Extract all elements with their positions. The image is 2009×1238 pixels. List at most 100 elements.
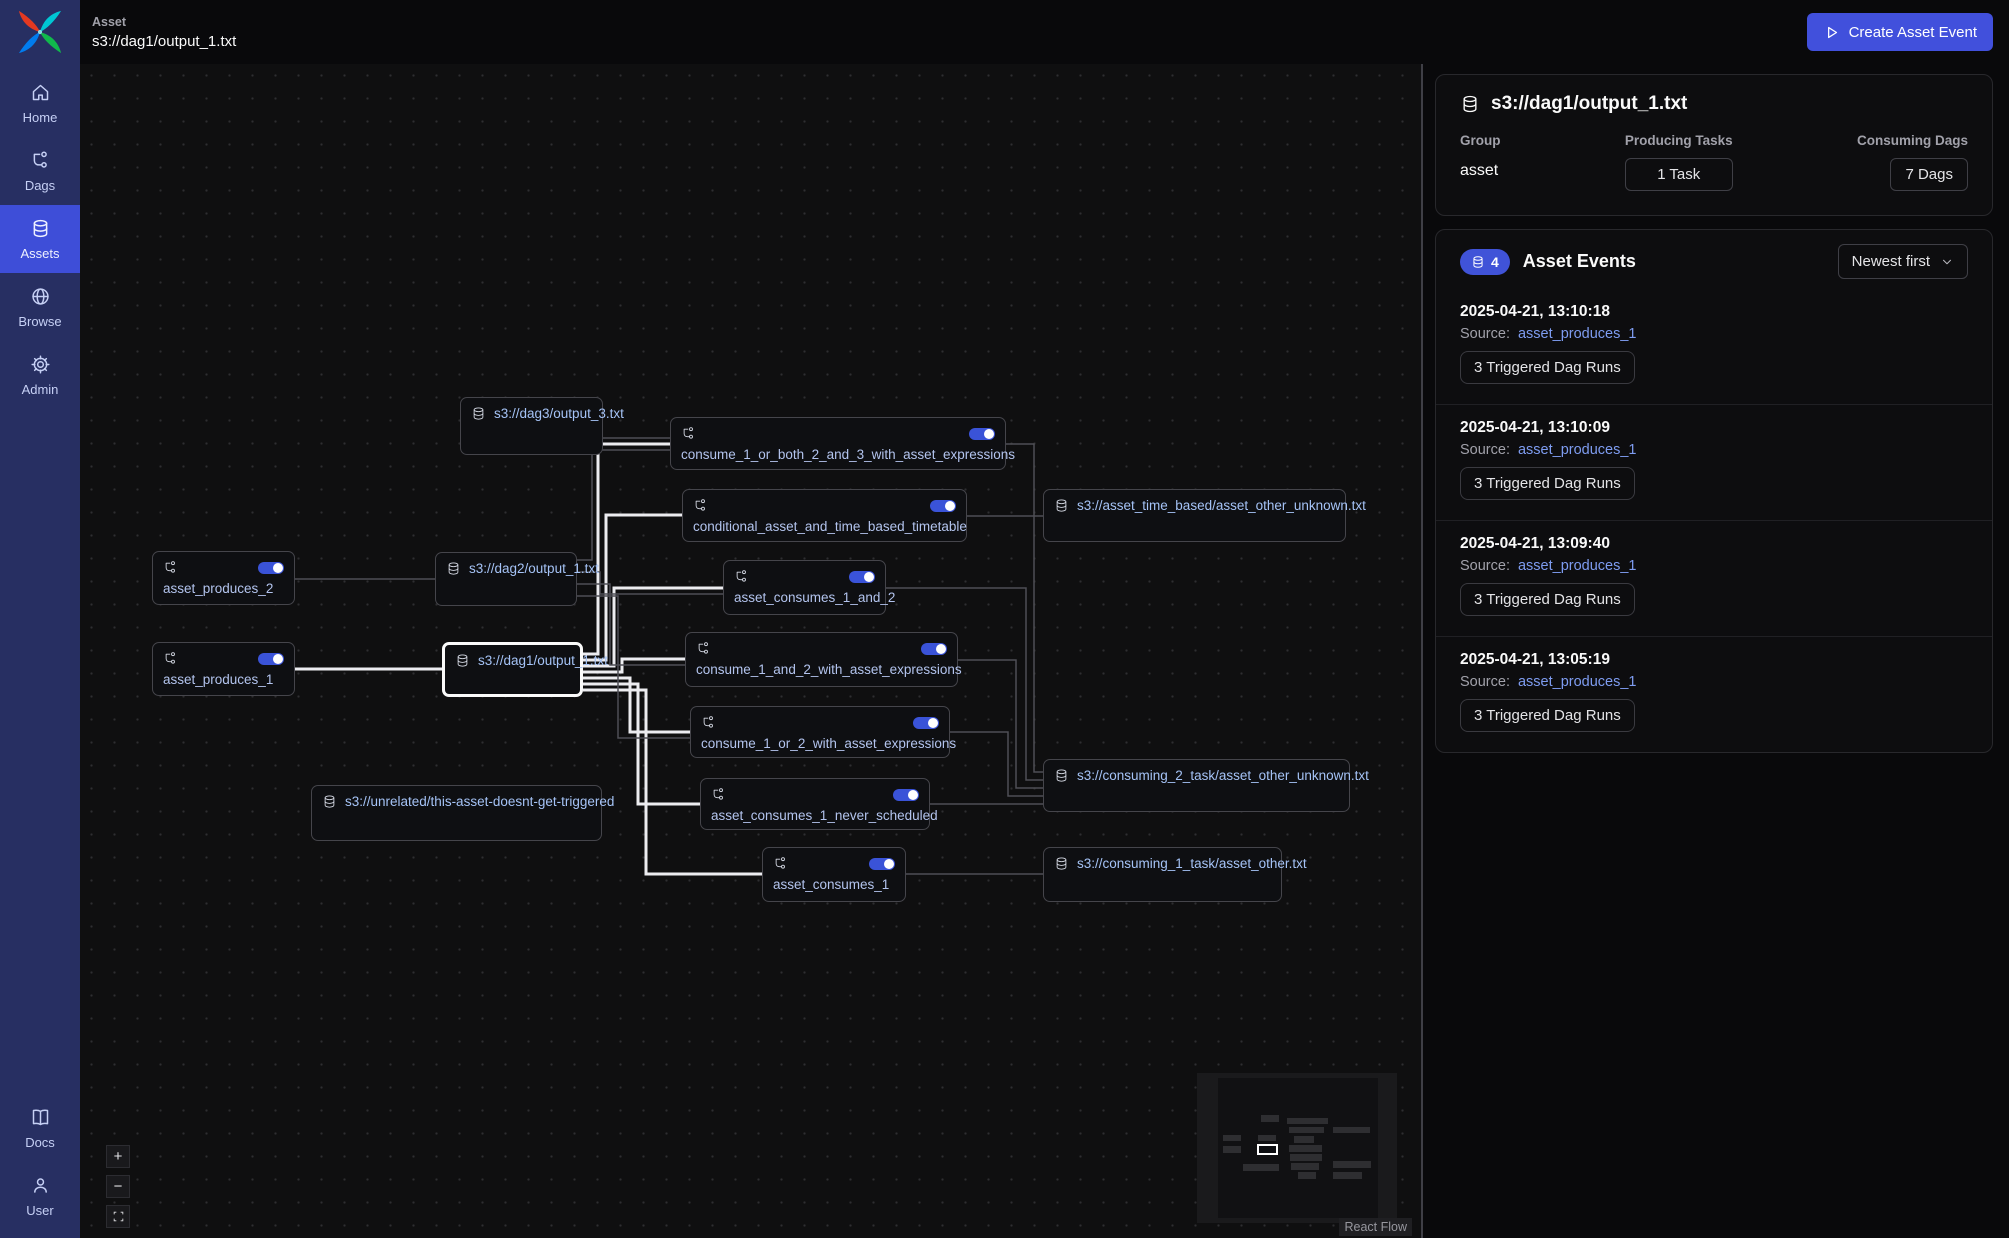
graph-node-consuming_2_out[interactable]: s3://consuming_2_task/asset_other_unknow… — [1043, 759, 1350, 812]
minimap-node — [1223, 1146, 1241, 1153]
graph-node-asset_consumes_1[interactable]: asset_consumes_1 — [762, 847, 906, 902]
dag-pause-toggle[interactable] — [930, 500, 956, 512]
database-icon — [1471, 255, 1485, 269]
graph-edge — [958, 660, 1043, 788]
airflow-logo[interactable] — [17, 9, 63, 55]
graph-node-consume_1_and_2[interactable]: consume_1_and_2_with_asset_expressions — [685, 632, 958, 687]
graph-node-asset_produces_2[interactable]: asset_produces_2 — [152, 551, 295, 605]
source-label: Source: — [1460, 558, 1510, 574]
dag-icon — [701, 715, 716, 730]
sidebar-item-browse[interactable]: Browse — [0, 273, 80, 341]
graph-edge-highlighted — [583, 444, 670, 654]
dag-pause-toggle[interactable] — [849, 571, 875, 583]
zoom-in-button[interactable]: + — [106, 1145, 130, 1168]
node-label: s3://consuming_2_task/asset_other_unknow… — [1077, 768, 1369, 783]
triggered-dag-runs-button[interactable]: 3 Triggered Dag Runs — [1460, 699, 1635, 732]
graph-controls: + − — [106, 1145, 130, 1228]
graph-node-unrelated[interactable]: s3://unrelated/this-asset-doesnt-get-tri… — [311, 785, 602, 841]
producing-tasks-label: Producing Tasks — [1625, 133, 1733, 148]
dag-pause-toggle[interactable] — [969, 428, 995, 440]
producing-tasks-button[interactable]: 1 Task — [1625, 158, 1733, 191]
graph-node-dag2_output1[interactable]: s3://dag2/output_1.txt — [435, 552, 577, 606]
node-label: conditional_asset_and_time_based_timetab… — [693, 519, 956, 534]
database-icon — [1054, 856, 1069, 871]
sidebar-item-label: User — [26, 1203, 53, 1218]
chevron-down-icon — [1940, 255, 1954, 269]
header-titles: Asset s3://dag1/output_1.txt — [92, 15, 236, 50]
event-count: 4 — [1491, 254, 1499, 270]
fit-view-button[interactable] — [106, 1205, 130, 1228]
dag-pause-toggle[interactable] — [869, 858, 895, 870]
source-dag-link[interactable]: asset_produces_1 — [1518, 558, 1637, 574]
zoom-out-button[interactable]: − — [106, 1175, 130, 1198]
event-count-badge: 4 — [1460, 249, 1510, 275]
triggered-dag-runs-button[interactable]: 3 Triggered Dag Runs — [1460, 583, 1635, 616]
dag-icon — [711, 787, 726, 802]
asset-event-row: 2025-04-21, 13:10:09 Source: asset_produ… — [1436, 405, 1992, 521]
node-label: s3://unrelated/this-asset-doesnt-get-tri… — [345, 794, 614, 809]
dag-pause-toggle[interactable] — [921, 643, 947, 655]
page-type-label: Asset — [92, 15, 236, 29]
triggered-dag-runs-button[interactable]: 3 Triggered Dag Runs — [1460, 467, 1635, 500]
graph-edge — [577, 450, 670, 560]
dag-pause-toggle[interactable] — [913, 717, 939, 729]
graph-node-dag1_output1[interactable]: s3://dag1/output_1.txt — [442, 642, 583, 697]
fit-view-icon — [112, 1210, 125, 1223]
minimap-node — [1259, 1146, 1276, 1153]
group-label: Group — [1460, 133, 1501, 148]
source-label: Source: — [1460, 442, 1510, 458]
toggle-knob — [936, 644, 946, 654]
reactflow-attribution[interactable]: React Flow — [1339, 1218, 1412, 1236]
node-label: s3://dag1/output_1.txt — [478, 653, 608, 668]
graph-node-time_based_out[interactable]: s3://asset_time_based/asset_other_unknow… — [1043, 489, 1346, 542]
minimap-node — [1243, 1164, 1279, 1171]
dag-pause-toggle[interactable] — [258, 562, 284, 574]
graph-node-consume_1_or_both_2_and_3[interactable]: consume_1_or_both_2_and_3_with_asset_exp… — [670, 417, 1006, 470]
source-dag-link[interactable]: asset_produces_1 — [1518, 326, 1637, 342]
page-header: Asset s3://dag1/output_1.txt Create Asse… — [80, 0, 2009, 64]
asset-events-header: 4 Asset Events Newest first — [1436, 230, 1992, 289]
database-icon — [446, 561, 461, 576]
triggered-dag-runs-button[interactable]: 3 Triggered Dag Runs — [1460, 351, 1635, 384]
event-source-row: Source: asset_produces_1 — [1460, 558, 1968, 574]
minimap-node — [1333, 1127, 1370, 1134]
create-asset-event-button[interactable]: Create Asset Event — [1807, 13, 1993, 51]
minimap-node — [1298, 1172, 1316, 1179]
node-label: asset_consumes_1 — [773, 877, 895, 892]
source-dag-link[interactable]: asset_produces_1 — [1518, 442, 1637, 458]
sidebar-item-docs[interactable]: Docs — [0, 1094, 80, 1162]
sidebar-item-user[interactable]: User — [0, 1162, 80, 1238]
graph-node-consume_1_or_2[interactable]: consume_1_or_2_with_asset_expressions — [690, 706, 950, 758]
source-dag-link[interactable]: asset_produces_1 — [1518, 674, 1637, 690]
asset-graph-canvas[interactable]: s3://dag3/output_3.txt consume_1_or_both_… — [80, 64, 1421, 1238]
minimap-node — [1333, 1172, 1362, 1179]
event-timestamp: 2025-04-21, 13:10:09 — [1460, 419, 1968, 437]
graph-node-asset_consumes_1_and_2[interactable]: asset_consumes_1_and_2 — [723, 560, 886, 615]
sidebar-item-label: Admin — [22, 382, 59, 397]
graph-node-dag3_output3[interactable]: s3://dag3/output_3.txt — [460, 397, 603, 455]
toggle-knob — [908, 790, 918, 800]
sidebar-item-assets[interactable]: Assets — [0, 205, 80, 273]
graph-minimap[interactable] — [1197, 1073, 1397, 1223]
sort-order-select[interactable]: Newest first — [1838, 244, 1968, 279]
minimap-node — [1287, 1118, 1328, 1125]
event-source-row: Source: asset_produces_1 — [1460, 674, 1968, 690]
graph-edge-highlighted — [583, 684, 700, 804]
graph-node-conditional[interactable]: conditional_asset_and_time_based_timetab… — [682, 489, 967, 542]
graph-node-never_scheduled[interactable]: asset_consumes_1_never_scheduled — [700, 778, 930, 830]
graph-edge — [950, 732, 1043, 796]
node-label: s3://asset_time_based/asset_other_unknow… — [1077, 498, 1366, 513]
toggle-knob — [928, 718, 938, 728]
graph-edge — [1006, 444, 1043, 772]
node-label: s3://consuming_1_task/asset_other.txt — [1077, 856, 1307, 871]
consuming-dags-button[interactable]: 7 Dags — [1890, 158, 1968, 191]
sidebar-item-home[interactable]: Home — [0, 69, 80, 137]
sidebar-item-admin[interactable]: Admin — [0, 341, 80, 409]
asset-event-row: 2025-04-21, 13:09:40 Source: asset_produ… — [1436, 521, 1992, 637]
dag-pause-toggle[interactable] — [258, 653, 284, 665]
sidebar-item-label: Browse — [18, 314, 61, 329]
sidebar-item-dags[interactable]: Dags — [0, 137, 80, 205]
graph-node-asset_produces_1[interactable]: asset_produces_1 — [152, 642, 295, 696]
graph-node-consuming_1_out[interactable]: s3://consuming_1_task/asset_other.txt — [1043, 847, 1282, 902]
dag-pause-toggle[interactable] — [893, 789, 919, 801]
